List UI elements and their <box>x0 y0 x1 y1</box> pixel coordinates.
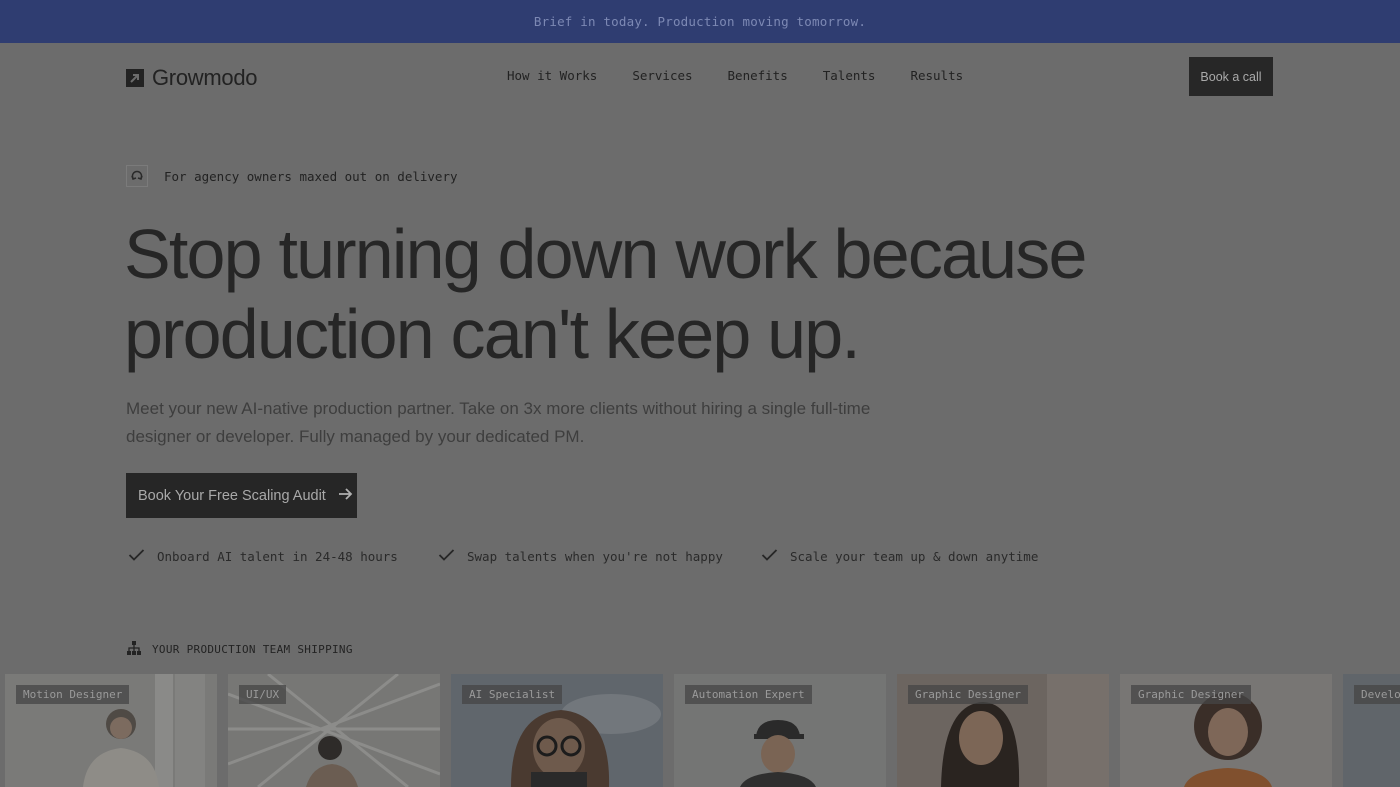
talent-card[interactable]: AI Specialist <box>451 674 663 787</box>
talent-role-tag: Graphic Designer <box>908 685 1028 704</box>
talent-card[interactable]: Motion Designer <box>5 674 217 787</box>
announcement-bar: Brief in today. Production moving tomorr… <box>0 0 1400 43</box>
talent-role-tag: Automation Expert <box>685 685 812 704</box>
announcement-text: Brief in today. Production moving tomorr… <box>533 14 867 29</box>
nav-menu: How it Works Services Benefits Talents R… <box>507 68 963 83</box>
nav-item-how-it-works[interactable]: How it Works <box>507 68 597 83</box>
logo-arrow-icon <box>126 69 144 87</box>
eyebrow-text: For agency owners maxed out on delivery <box>164 168 458 184</box>
book-scaling-audit-button[interactable]: Book Your Free Scaling Audit <box>126 473 357 518</box>
arrow-right-icon <box>337 486 353 506</box>
brand-name: Growmodo <box>152 65 258 90</box>
check-text: Scale your team up & down anytime <box>790 549 1039 564</box>
hero-headline: Stop turning down work because productio… <box>124 214 1224 374</box>
nav-item-results[interactable]: Results <box>910 68 963 83</box>
check-item: Swap talents when you're not happy <box>438 548 761 565</box>
talent-card[interactable]: Develo <box>1343 674 1400 787</box>
headline-line-1: Stop turning down work because <box>124 215 1087 293</box>
talent-card[interactable]: UI/UX <box>228 674 440 787</box>
nav-item-services[interactable]: Services <box>632 68 692 83</box>
book-call-button[interactable]: Book a call <box>1189 57 1273 96</box>
refresh-icon <box>126 165 148 187</box>
talent-role-tag: Graphic Designer <box>1131 685 1251 704</box>
headline-line-2: production can't keep up. <box>124 295 861 373</box>
check-text: Swap talents when you're not happy <box>467 549 723 564</box>
talent-role-tag: Motion Designer <box>16 685 130 704</box>
talent-card[interactable]: Graphic Designer <box>897 674 1109 787</box>
check-icon <box>761 548 778 565</box>
benefit-checks: Onboard AI talent in 24-48 hours Swap ta… <box>128 548 1038 565</box>
nav-item-benefits[interactable]: Benefits <box>728 68 788 83</box>
check-text: Onboard AI talent in 24-48 hours <box>157 549 398 564</box>
org-chart-icon <box>126 640 142 659</box>
talent-role-tag: Develo <box>1354 685 1400 704</box>
check-item: Onboard AI talent in 24-48 hours <box>128 548 438 565</box>
nav-item-talents[interactable]: Talents <box>823 68 876 83</box>
talent-role-tag: AI Specialist <box>462 685 563 704</box>
check-icon <box>128 548 145 565</box>
check-icon <box>438 548 455 565</box>
check-item: Scale your team up & down anytime <box>761 548 1038 565</box>
talent-card[interactable]: Automation Expert <box>674 674 886 787</box>
talent-card[interactable]: Graphic Designer <box>1120 674 1332 787</box>
talent-role-tag: UI/UX <box>239 685 287 704</box>
hero-subtitle: Meet your new AI-native production partn… <box>126 399 871 446</box>
top-navigation: Growmodo How it Works Services Benefits … <box>0 43 1400 109</box>
team-section-label: YOUR PRODUCTION TEAM SHIPPING <box>126 640 353 659</box>
team-label-text: YOUR PRODUCTION TEAM SHIPPING <box>152 643 353 656</box>
hero-eyebrow: For agency owners maxed out on delivery <box>126 165 458 187</box>
cta-label: Book Your Free Scaling Audit <box>138 487 326 504</box>
brand-logo[interactable]: Growmodo <box>126 65 258 91</box>
